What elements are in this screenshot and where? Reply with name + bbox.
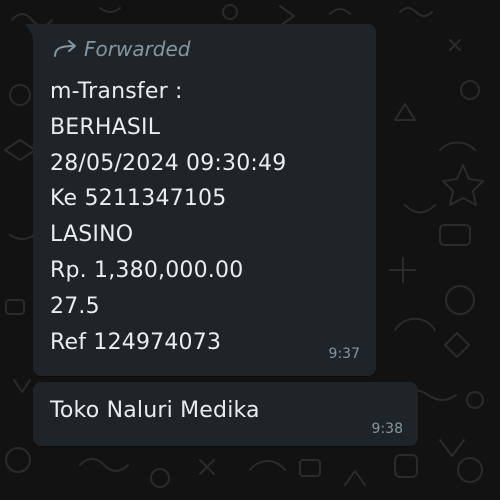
message-timestamp: 9:37 (328, 346, 360, 362)
message-bubble[interactable]: Toko Naluri Medika 9:38 (33, 382, 418, 446)
message-bubble-forwarded[interactable]: Forwarded m-Transfer : BERHASIL 28/05/20… (25, 24, 376, 376)
message-line-reference: Ref 124974073 (50, 329, 222, 355)
message-text: m-Transfer : BERHASIL 28/05/2024 09:30:4… (50, 74, 286, 360)
message-line-account: Ke 5211347105 (50, 186, 227, 212)
message-line-note: 27.5 (50, 293, 100, 319)
message-line-recipient: LASINO (50, 222, 134, 248)
message-line-amount: Rp. 1,380,000.00 (50, 257, 244, 283)
forwarded-text: Forwarded (84, 37, 191, 61)
forward-arrow-icon (54, 40, 76, 57)
message-line-status: BERHASIL (50, 114, 161, 140)
message-line-title: m-Transfer : (50, 79, 183, 104)
message-text: Toko Naluri Medika (50, 398, 260, 423)
forwarded-label: Forwarded (52, 37, 191, 61)
message-line-datetime: 28/05/2024 09:30:49 (50, 150, 287, 176)
chat-area: Forwarded m-Transfer : BERHASIL 28/05/20… (0, 0, 500, 500)
message-timestamp: 9:38 (371, 421, 403, 437)
